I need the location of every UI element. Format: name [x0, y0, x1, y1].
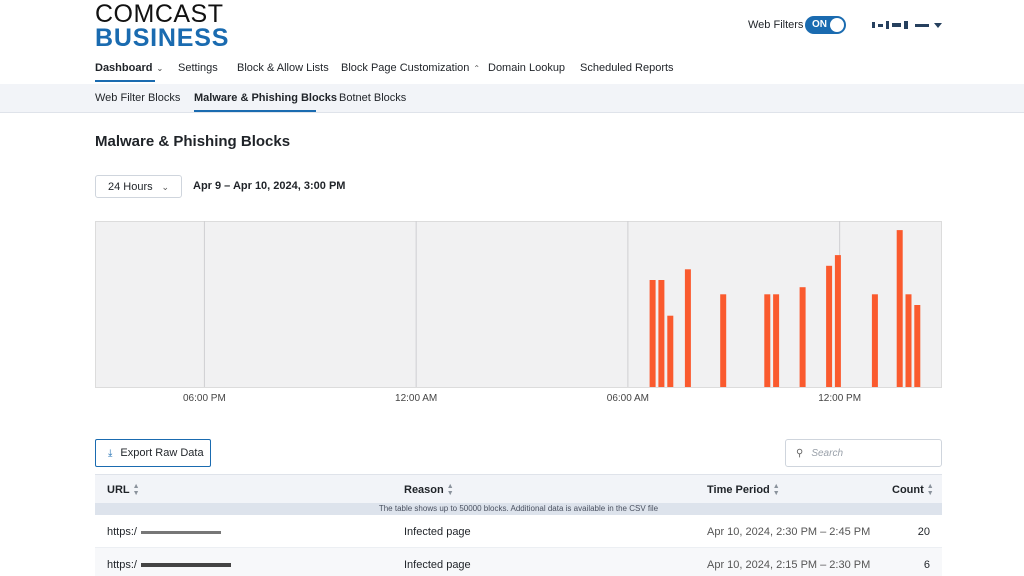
web-filters-label: Web Filters [748, 19, 804, 31]
search-field[interactable]: ⚲ [785, 439, 942, 467]
nav-dashboard-label: Dashboard [95, 62, 153, 74]
chart-bar[interactable] [896, 230, 903, 387]
url-text: https:/ [107, 526, 137, 538]
account-menu[interactable] [872, 20, 942, 30]
nav-block-page-customization[interactable]: Block Page Customization ⌃ [341, 62, 480, 74]
column-header-time-period[interactable]: Time Period ▲ ▼ [707, 483, 780, 497]
logo-bottom-text: BUSINESS [95, 24, 230, 52]
table-row[interactable]: https:/ Infected page Apr 10, 2024, 2:15… [95, 548, 942, 576]
chart-bar[interactable] [764, 294, 771, 387]
tab-web-filter-blocks[interactable]: Web Filter Blocks [95, 92, 180, 104]
nav-domain-lookup-label: Domain Lookup [488, 62, 566, 74]
row-url[interactable]: https:/ [107, 526, 221, 538]
sort-icon: ▲ ▼ [772, 483, 780, 497]
row-count: 6 [923, 559, 930, 571]
comcast-business-logo[interactable]: COMCAST BUSINESS [95, 2, 229, 51]
column-url-label: URL [107, 484, 130, 496]
chart-bar[interactable] [649, 280, 656, 387]
chevron-up-icon: ⌃ [473, 63, 481, 73]
url-text: https:/ [107, 559, 137, 571]
x-tick-label: 06:00 PM [182, 393, 226, 404]
redacted-url [140, 563, 231, 568]
row-reason: Infected page [404, 526, 471, 538]
export-raw-data-button[interactable]: ⤓ Export Raw Data [95, 439, 211, 467]
row-count: 20 [917, 526, 930, 538]
chevron-down-icon: ⌄ [156, 63, 164, 73]
redacted-account-name [872, 22, 875, 28]
x-tick-label: 06:00 AM [606, 393, 650, 404]
sort-icon: ▲ ▼ [132, 483, 140, 497]
blocks-table: URL ▲ ▼ Reason ▲ ▼ Time Period ▲ ▼ Count ▲ ▼… [95, 474, 942, 576]
column-header-reason[interactable]: Reason ▲ ▼ [404, 483, 454, 497]
chart-bar[interactable] [658, 280, 665, 387]
nav-scheduled-reports-label: Scheduled Reports [580, 62, 674, 74]
x-tick-label: 12:00 PM [818, 393, 862, 404]
nav-scheduled-reports[interactable]: Scheduled Reports [580, 62, 674, 74]
nav-dashboard[interactable]: Dashboard ⌄ [95, 62, 163, 74]
chevron-down-icon: ⌄ [161, 182, 169, 192]
chart-bar[interactable] [905, 294, 912, 387]
date-range-label: Apr 9 – Apr 10, 2024, 3:00 PM [193, 180, 346, 192]
tab-active-indicator [194, 110, 316, 112]
blocks-bar-chart [203, 221, 921, 387]
table-row[interactable]: https:/ Infected page Apr 10, 2024, 2:30… [95, 515, 942, 548]
chart-bar[interactable] [720, 294, 727, 387]
table-header: URL ▲ ▼ Reason ▲ ▼ Time Period ▲ ▼ Count ▲ ▼ [95, 474, 942, 503]
row-time-period: Apr 10, 2024, 2:30 PM – 2:45 PM [707, 526, 871, 538]
sort-icon: ▲ ▼ [926, 483, 934, 497]
search-input[interactable] [811, 447, 932, 459]
nav-settings-label: Settings [178, 62, 218, 74]
column-reason-label: Reason [404, 484, 444, 496]
nav-active-indicator [95, 80, 155, 82]
tab-malware-phishing-blocks[interactable]: Malware & Phishing Blocks [194, 92, 337, 104]
export-raw-data-label: Export Raw Data [120, 447, 204, 459]
toggle-knob [830, 18, 844, 32]
column-header-count[interactable]: Count ▲ ▼ [892, 483, 934, 497]
column-count-label: Count [892, 484, 924, 496]
chart-bar[interactable] [826, 265, 833, 387]
column-header-url[interactable]: URL ▲ ▼ [107, 483, 140, 497]
nav-block-allow-lists-label: Block & Allow Lists [237, 62, 329, 74]
time-range-select[interactable]: 24 Hours ⌄ [95, 175, 182, 198]
page-title: Malware & Phishing Blocks [95, 133, 291, 150]
search-icon: ⚲ [796, 447, 804, 459]
secondary-nav: Web Filter Blocks Malware & Phishing Blo… [0, 84, 1024, 113]
download-icon: ⤓ [108, 447, 113, 459]
tab-botnet-blocks[interactable]: Botnet Blocks [339, 92, 406, 104]
web-filters-toggle[interactable]: ON [805, 16, 846, 34]
row-reason: Infected page [404, 559, 471, 571]
row-url[interactable]: https:/ [107, 559, 231, 571]
nav-block-page-customization-label: Block Page Customization [341, 62, 470, 74]
chart-bar[interactable] [773, 294, 780, 387]
chart-bar[interactable] [914, 305, 921, 387]
chart-bar[interactable] [834, 255, 841, 387]
row-time-period: Apr 10, 2024, 2:15 PM – 2:30 PM [707, 559, 871, 571]
chart-bar[interactable] [871, 294, 878, 387]
table-notice: The table shows up to 50000 blocks. Addi… [95, 503, 942, 515]
nav-settings[interactable]: Settings [178, 62, 218, 74]
chart-bar[interactable] [684, 269, 691, 387]
x-tick-label: 12:00 AM [395, 393, 438, 404]
sort-icon: ▲ ▼ [446, 483, 454, 497]
column-time-period-label: Time Period [707, 484, 770, 496]
time-range-value: 24 Hours [108, 180, 153, 193]
chart-bar[interactable] [667, 315, 674, 387]
chart-bar[interactable] [799, 287, 806, 387]
nav-domain-lookup[interactable]: Domain Lookup [488, 62, 565, 74]
redacted-url [140, 530, 221, 534]
toggle-state-text: ON [812, 19, 827, 30]
nav-block-allow-lists[interactable]: Block & Allow Lists [237, 62, 329, 74]
chevron-down-icon [934, 22, 942, 28]
